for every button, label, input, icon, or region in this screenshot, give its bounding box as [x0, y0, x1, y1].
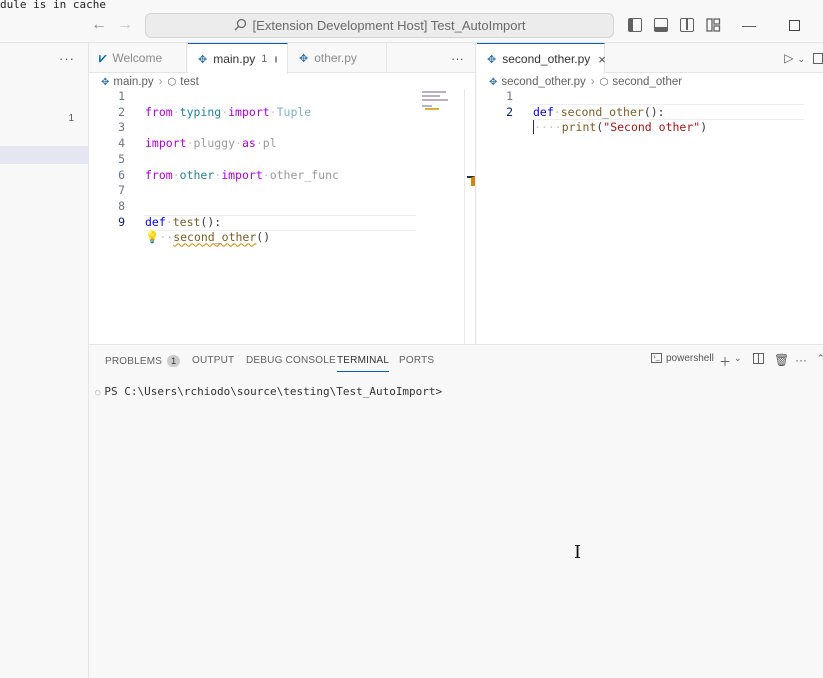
python-icon: ✥ [487, 53, 497, 66]
editor-group-right: ✥ second_other.py × ▷ ⌄ ✥ second_other.py… [477, 43, 823, 344]
problems-badge: 1 [167, 355, 181, 367]
line-number: 8 [118, 198, 125, 213]
breadcrumb-symbol[interactable]: test [180, 76, 199, 88]
tab-bar: ✥ second_other.py × ▷ ⌄ [477, 43, 823, 74]
unsaved-dot-icon[interactable] [275, 55, 277, 63]
overlay-text: dule is in cache [0, 0, 106, 9]
panel-tab-problems[interactable]: PROBLEMS 1 [105, 355, 181, 367]
bottom-panel: PROBLEMS 1 OUTPUT DEBUG CONSOLE TERMINAL … [89, 344, 823, 678]
line-number: 2 [118, 104, 125, 119]
sidebar-more-actions-icon[interactable]: ··· [59, 51, 75, 66]
code-line: from·other·import·other_func [145, 167, 339, 182]
lightbulb-icon[interactable]: 💡 [145, 230, 159, 244]
customize-layout-icon[interactable] [706, 18, 721, 35]
toggle-panel-icon[interactable] [654, 18, 668, 32]
breadcrumb: ✥ main.py › ⬡ test [89, 74, 199, 90]
line-number: 5 [118, 151, 125, 166]
minimize-icon[interactable]: — [742, 17, 756, 33]
line-number: 7 [118, 183, 125, 198]
terminal-icon: ›_ [651, 353, 662, 364]
line-number: 2 [506, 104, 513, 119]
tab-label: main.py [213, 52, 256, 66]
sidebar: ··· 1 [0, 43, 89, 678]
line-number: 9 [118, 214, 125, 229]
problem-count: 1 [261, 53, 268, 65]
sidebar-selected-item[interactable] [0, 146, 88, 164]
code-line: import·pluggy·as·pl [145, 136, 277, 151]
tab-welcome[interactable]: ⩗ Welcome [89, 43, 187, 73]
new-terminal-icon[interactable]: ＋ [719, 353, 731, 370]
terminal-shell-selector[interactable]: ›_ powershell [651, 353, 714, 364]
editor-actions: ▷ ⌄ [784, 51, 823, 65]
tab-second-other-py[interactable]: ✥ second_other.py × [477, 43, 606, 74]
chevron-right-icon: › [590, 76, 595, 88]
editor-more-actions-icon[interactable]: ··· [451, 51, 464, 66]
panel-tab-debug-console[interactable]: DEBUG CONSOLE [246, 355, 336, 366]
trash-icon[interactable]: 🗑 [774, 353, 789, 367]
line-number: 3 [118, 120, 125, 135]
tab-label: second_other.py [502, 52, 591, 66]
run-icon[interactable]: ▷ [784, 51, 793, 65]
python-icon: ✥ [198, 53, 208, 66]
command-center-label: [Extension Development Host] Test_AutoIm… [252, 18, 526, 33]
command-center[interactable]: [Extension Development Host] Test_AutoIm… [145, 13, 614, 38]
overview-ruler-warning [467, 176, 475, 186]
split-editor-icon[interactable] [813, 53, 823, 65]
minimap[interactable] [422, 89, 462, 119]
forward-arrow-icon[interactable]: → [117, 16, 133, 34]
symbol-method-icon: ⬡ [167, 76, 177, 88]
tab-main-py[interactable]: ✥ main.py 1 [188, 43, 288, 74]
terminal-status-dot-icon: ○ [95, 388, 101, 398]
line-number: 1 [118, 89, 125, 103]
split-terminal-icon[interactable] [753, 353, 764, 367]
breadcrumb-file[interactable]: main.py [113, 76, 153, 88]
scrollbar[interactable] [464, 89, 465, 344]
more-actions-icon[interactable]: ··· [795, 353, 807, 367]
toggle-secondary-sidebar-icon[interactable] [680, 18, 694, 32]
back-arrow-icon[interactable]: ← [91, 16, 107, 34]
panel-tab-terminal[interactable]: TERMINAL [337, 355, 390, 372]
toggle-primary-sidebar-icon[interactable] [628, 18, 642, 32]
chevron-right-icon: › [158, 76, 163, 88]
title-bar: ← → [Extension Development Host] Test_Au… [0, 9, 823, 43]
tab-bar: ⩗ Welcome ✥ main.py 1 ✥ other.py ··· [89, 43, 475, 74]
vscode-icon: ⩗ [99, 50, 107, 65]
code-line: ····print("Second other") [533, 120, 708, 135]
breadcrumb: ✥ second_other.py › ⬡ second_other [477, 74, 682, 90]
code-line: from·typing·import·Tuple [145, 104, 312, 119]
terminal-output[interactable]: ○ PS C:\Users\rchiodo\source\testing\Test… [95, 385, 442, 398]
breadcrumb-symbol[interactable]: second_other [612, 76, 682, 88]
search-icon [234, 18, 247, 34]
breadcrumb-file[interactable]: second_other.py [501, 76, 585, 88]
line-number: 4 [118, 136, 125, 151]
chevron-down-icon[interactable]: ⌄ [734, 353, 742, 364]
python-icon: ✥ [299, 52, 309, 65]
line-number: 1 [506, 89, 513, 103]
panel-tab-ports[interactable]: PORTS [399, 355, 434, 366]
code-line: def·second_other(): [533, 104, 665, 119]
python-icon: ✥ [489, 76, 498, 88]
editor-group-left: ⩗ Welcome ✥ main.py 1 ✥ other.py ··· ✥ m… [89, 43, 476, 344]
tab-label: other.py [314, 51, 357, 65]
python-icon: ✥ [101, 76, 110, 88]
symbol-method-icon: ⬡ [599, 76, 609, 88]
tab-other-py[interactable]: ✥ other.py [289, 43, 387, 73]
line-number: 6 [118, 167, 125, 182]
maximize-icon[interactable] [789, 20, 800, 31]
close-icon[interactable]: × [598, 52, 606, 67]
chevron-down-icon[interactable]: ⌄ [797, 54, 805, 64]
code-line: def·test(): [145, 214, 222, 229]
sidebar-count-badge: 1 [68, 113, 74, 124]
terminal-prompt: PS C:\Users\rchiodo\source\testing\Test_… [104, 385, 443, 398]
tab-label: Welcome [112, 51, 163, 65]
text-cursor-icon: I [574, 542, 582, 563]
panel-tab-output[interactable]: OUTPUT [192, 355, 234, 366]
chevron-up-icon[interactable]: ⌃ [817, 353, 823, 364]
code-line: 💡··second_other() [145, 230, 271, 245]
